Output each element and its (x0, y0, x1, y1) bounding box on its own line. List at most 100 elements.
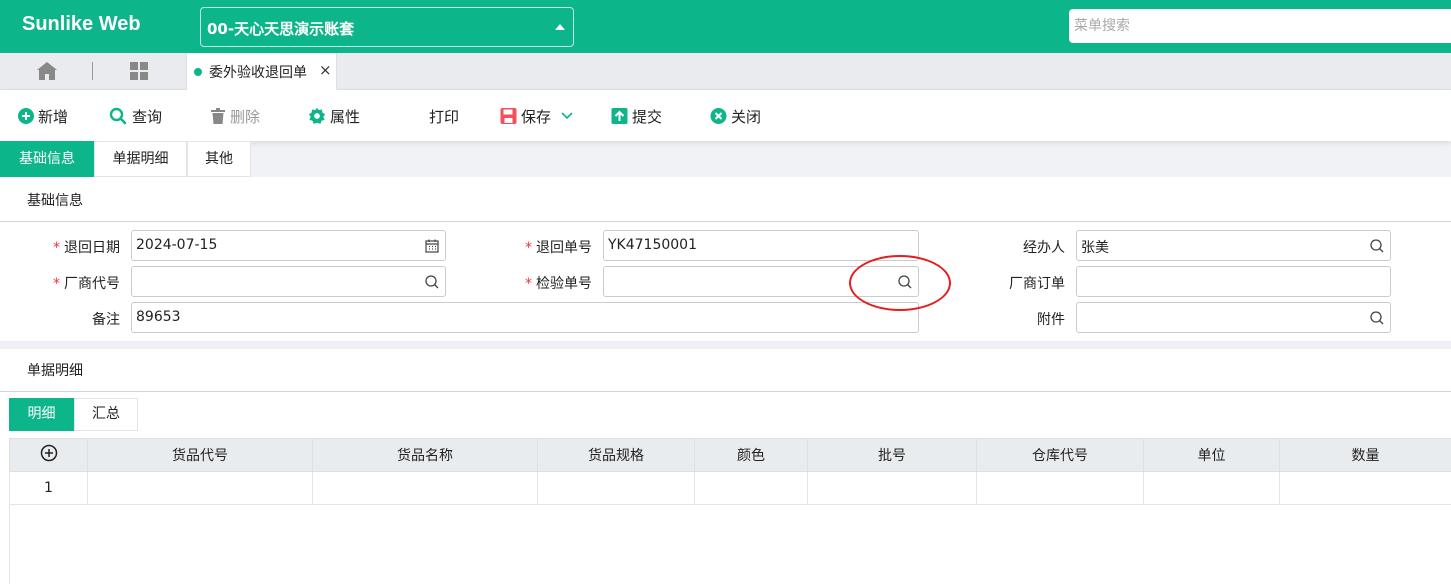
table-row: 1 (9, 471, 1451, 505)
col-item-code[interactable]: 货品代号 (87, 438, 313, 472)
tab-other[interactable]: 其他 (187, 141, 251, 177)
close-tab-icon[interactable]: × (319, 61, 332, 79)
caret-up-icon (555, 24, 565, 30)
tab-basic-info[interactable]: 基础信息 (0, 141, 94, 177)
divider (0, 391, 1451, 392)
cell-quantity[interactable] (1279, 471, 1451, 505)
print-label: 打印 (429, 107, 460, 126)
inspection-no-label: * 检验单号 (525, 276, 592, 292)
col-unit[interactable]: 单位 (1143, 438, 1280, 472)
close-button[interactable]: 关闭 (709, 105, 761, 127)
properties-button[interactable]: 属性 (307, 105, 360, 127)
tab-bar: 委外验收退回单 × (0, 53, 1451, 90)
attachment-field[interactable] (1076, 302, 1391, 333)
remark-field[interactable]: 89653 (131, 302, 919, 333)
top-header: Sunlike Web 00-天心天思演示账套 (0, 0, 1451, 53)
required-mark: * (525, 240, 532, 256)
gear-icon (308, 107, 326, 124)
cell-item-name[interactable] (312, 471, 538, 505)
return-no-label: * 退回单号 (525, 240, 592, 256)
save-label: 保存 (521, 107, 552, 126)
calendar-icon[interactable] (424, 238, 440, 254)
search-icon[interactable] (424, 274, 440, 290)
grid-empty-area (9, 505, 1451, 584)
add-row-header[interactable] (9, 438, 88, 472)
return-no-field[interactable]: YK47150001 (603, 230, 919, 261)
row-number: 1 (9, 471, 88, 505)
col-quantity[interactable]: 数量 (1279, 438, 1451, 472)
account-name: 00-天心天思演示账套 (207, 20, 355, 38)
col-item-name[interactable]: 货品名称 (312, 438, 538, 472)
delete-button[interactable]: 删除 (209, 105, 260, 127)
detail-subtabs: 明细 汇总 (9, 398, 138, 431)
apps-grid-icon[interactable] (129, 61, 149, 81)
remark-value: 89653 (136, 309, 181, 325)
floppy-disk-icon (500, 108, 517, 124)
cell-item-code[interactable] (87, 471, 313, 505)
properties-label: 属性 (330, 107, 361, 126)
vendor-order-label: 厂商订单 (1009, 276, 1065, 292)
cell-color[interactable] (694, 471, 808, 505)
section-gap (0, 341, 1451, 349)
upload-icon (611, 108, 628, 124)
divider (0, 221, 1451, 222)
print-button[interactable]: 打印 (429, 105, 459, 127)
section-tabs: 基础信息 单据明细 其他 (0, 141, 251, 177)
handler-label: 经办人 (1023, 240, 1065, 256)
delete-label: 删除 (230, 107, 261, 126)
vendor-order-field[interactable] (1076, 266, 1391, 297)
tab-label: 委外验收退回单 (209, 65, 307, 81)
return-date-label: * 退回日期 (53, 240, 120, 256)
close-circle-icon (710, 108, 727, 124)
submit-button[interactable]: 提交 (610, 105, 662, 127)
cell-batch-no[interactable] (807, 471, 977, 505)
account-selector[interactable]: 00-天心天思演示账套 (200, 7, 574, 47)
attachment-label: 附件 (1037, 312, 1065, 328)
plus-circle-icon[interactable] (40, 444, 58, 462)
brand-logo: Sunlike Web (22, 13, 141, 35)
basic-info-panel: 基础信息 * 退回日期 2024-07-15 * 退回单号 YK47150001 经… (0, 177, 1451, 341)
tab-outsource-return[interactable]: 委外验收退回单 × (186, 53, 337, 90)
search-icon (109, 107, 127, 125)
required-mark: * (53, 276, 60, 292)
cell-warehouse-code[interactable] (976, 471, 1144, 505)
add-button[interactable]: 新增 (17, 105, 68, 127)
required-mark: * (53, 240, 60, 256)
vendor-code-label: * 厂商代号 (53, 276, 120, 292)
cell-item-spec[interactable] (537, 471, 695, 505)
col-item-spec[interactable]: 货品规格 (537, 438, 695, 472)
details-title: 单据明细 (27, 363, 83, 379)
basic-info-title: 基础信息 (27, 193, 83, 209)
close-label: 关闭 (731, 107, 762, 126)
cell-unit[interactable] (1143, 471, 1280, 505)
query-button[interactable]: 查询 (109, 105, 162, 127)
tab-detail[interactable]: 明细 (9, 398, 74, 431)
search-icon[interactable] (1369, 310, 1385, 326)
save-button[interactable]: 保存 (499, 105, 580, 127)
home-icon[interactable] (36, 61, 58, 81)
tab-divider (92, 62, 93, 80)
search-icon[interactable] (897, 274, 913, 290)
tab-summary[interactable]: 汇总 (74, 398, 138, 431)
trash-icon (211, 108, 225, 124)
active-dot-icon (194, 68, 202, 76)
chevron-down-icon[interactable] (557, 111, 577, 121)
return-no-value: YK47150001 (608, 237, 697, 253)
action-toolbar: 新增 查询 删除 属性 打印 保存 提交 关闭 (0, 90, 1451, 141)
col-color[interactable]: 颜色 (694, 438, 808, 472)
col-batch-no[interactable]: 批号 (807, 438, 977, 472)
add-label: 新增 (38, 107, 69, 126)
search-icon[interactable] (1369, 238, 1385, 254)
plus-circle-icon (18, 108, 34, 124)
tab-document-details[interactable]: 单据明细 (94, 141, 187, 177)
return-date-field[interactable]: 2024-07-15 (131, 230, 446, 261)
col-warehouse-code[interactable]: 仓库代号 (976, 438, 1144, 472)
document-details-panel: 单据明细 明细 汇总 货品代号 货品名称 货品规格 颜色 批号 仓库代号 单位 … (0, 349, 1451, 584)
grid-header-row: 货品代号 货品名称 货品规格 颜色 批号 仓库代号 单位 数量 (9, 438, 1451, 472)
remark-label: 备注 (92, 312, 120, 328)
menu-search-input[interactable] (1069, 9, 1451, 43)
required-mark: * (525, 276, 532, 292)
handler-field[interactable]: 张美 (1076, 230, 1391, 261)
inspection-no-field[interactable] (603, 266, 919, 297)
vendor-code-field[interactable] (131, 266, 446, 297)
